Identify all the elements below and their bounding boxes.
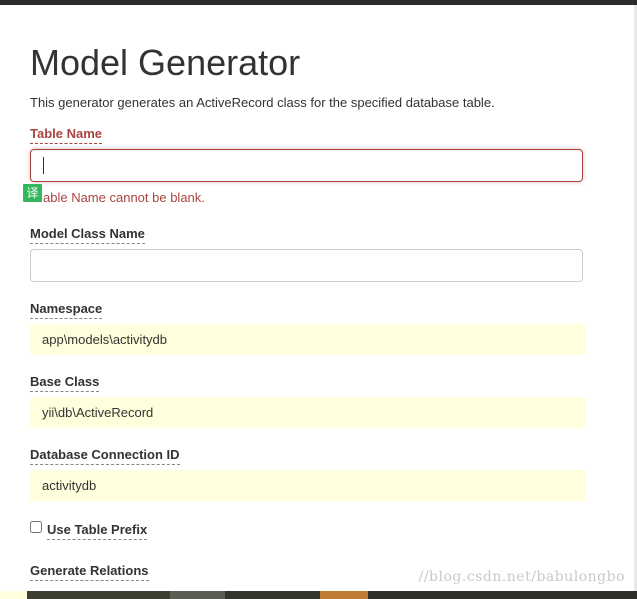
use-table-prefix-label[interactable]: Use Table Prefix: [47, 522, 148, 540]
model-class-name-label[interactable]: Model Class Name: [30, 226, 145, 244]
namespace-label[interactable]: Namespace: [30, 301, 103, 319]
window-top-bar: [0, 0, 637, 5]
model-class-name-input[interactable]: [30, 249, 583, 282]
table-name-error: able Name cannot be blank.: [43, 190, 205, 205]
translate-icon[interactable]: 译: [23, 184, 42, 202]
table-name-input[interactable]: [30, 149, 583, 182]
db-connection-label[interactable]: Database Connection ID: [30, 447, 180, 465]
bottom-image-strip: [0, 591, 637, 599]
generate-relations-label[interactable]: Generate Relations: [30, 563, 149, 581]
db-connection-input[interactable]: activitydb: [30, 470, 585, 501]
base-class-label[interactable]: Base Class: [30, 374, 100, 392]
text-cursor: [43, 157, 44, 174]
use-table-prefix-checkbox[interactable]: [30, 521, 42, 533]
table-name-label[interactable]: Table Name: [30, 126, 103, 144]
namespace-input[interactable]: app\models\activitydb: [30, 324, 585, 355]
watermark: //blog.csdn.net/babulongbo: [418, 569, 625, 585]
base-class-input[interactable]: yii\db\ActiveRecord: [30, 397, 585, 428]
page-title: Model Generator: [30, 42, 301, 83]
page-description: This generator generates an ActiveRecord…: [30, 95, 495, 110]
